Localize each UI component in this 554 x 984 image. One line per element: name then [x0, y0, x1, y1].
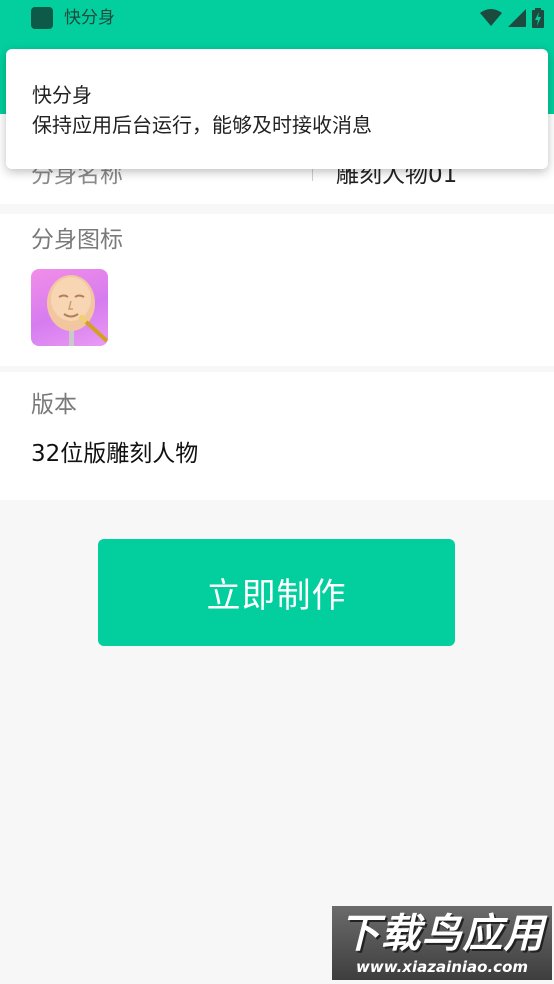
signal-icon [508, 9, 526, 27]
status-bar: 快分身 [0, 0, 554, 36]
watermark-logo: 下载鸟应用 www.xiazainiao.com [332, 906, 552, 980]
battery-charging-icon [532, 8, 544, 28]
clone-app-icon[interactable] [31, 269, 108, 346]
watermark-url-text: www.xiazainiao.com [355, 958, 529, 976]
status-icons [480, 8, 544, 28]
notification-popup[interactable]: 快分身 保持应用后台运行，能够及时接收消息 [6, 49, 548, 169]
clone-icon-label: 分身图标 [31, 227, 123, 253]
version-selector[interactable]: 32位版雕刻人物 [31, 438, 198, 470]
notification-text: 保持应用后台运行，能够及时接收消息 [32, 113, 372, 137]
carved-face-icon [47, 275, 108, 346]
status-app-title: 快分身 [64, 8, 115, 28]
app-notification-icon [31, 7, 53, 29]
version-card [0, 372, 554, 500]
watermark-main-text: 下载鸟应用 [339, 911, 545, 957]
version-label: 版本 [31, 392, 77, 418]
wifi-icon [480, 9, 502, 26]
make-now-button[interactable]: 立即制作 [98, 539, 455, 646]
notification-title: 快分身 [32, 83, 92, 107]
